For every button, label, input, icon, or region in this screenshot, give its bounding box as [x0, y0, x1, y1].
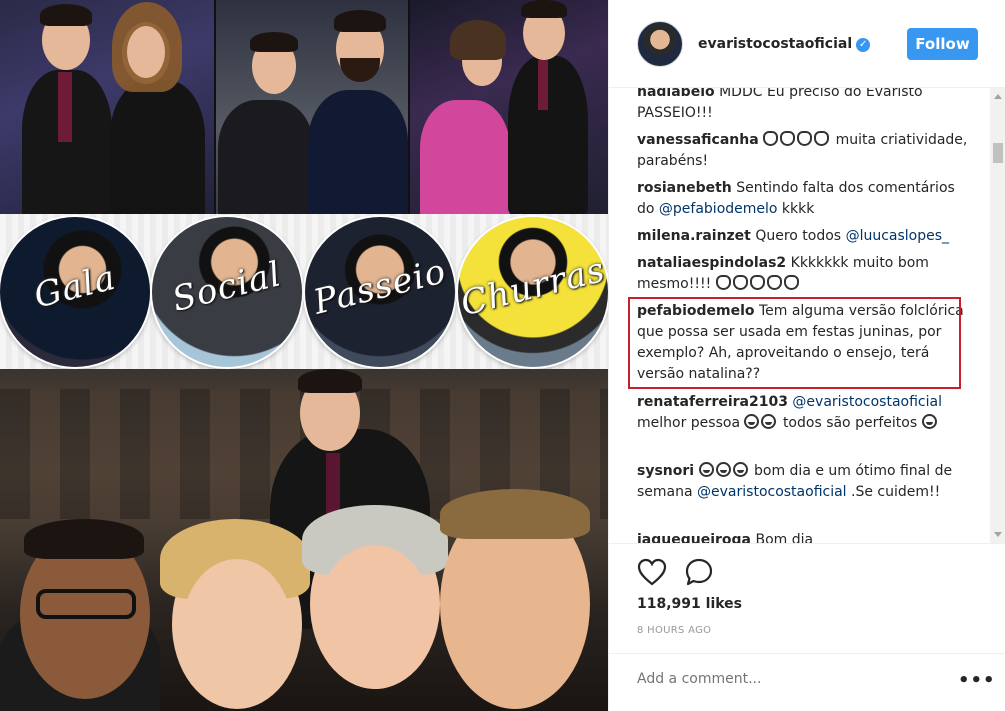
author-username[interactable]: evaristocostaoficial — [698, 36, 852, 52]
scroll-up-arrow-icon[interactable] — [994, 94, 1002, 99]
comment-item: jaquequeiroga Bom dia — [637, 530, 972, 543]
post-timestamp[interactable]: 8 HOURS AGO — [637, 625, 711, 636]
comment-item: nataliaespindolas2 Kkkkkkk muito bom mes… — [637, 253, 972, 295]
post-sidebar: evaristocostaoficial ✓ Follow nadiabelo M… — [608, 0, 1005, 711]
comment-username[interactable]: nadiabelo — [637, 88, 715, 100]
comment-item: nadiabelo MDDC Eu preciso do Evaristo PA… — [637, 88, 972, 124]
comment-text: todos são perfeitos — [782, 415, 918, 431]
comment-mention[interactable]: @pefabiodemelo — [659, 201, 778, 217]
add-comment-input[interactable] — [637, 671, 937, 687]
circle-label: Gala — [30, 257, 120, 317]
comment-text: Quero todos — [755, 228, 842, 244]
comment-username[interactable]: jaquequeiroga — [637, 532, 751, 543]
comment-item: renataferreira2103 @evaristocostaoficial… — [637, 392, 972, 434]
photo-row-top — [0, 0, 608, 214]
circle-churras: Churras — [458, 217, 608, 367]
comment-username[interactable]: milena.rainzet — [637, 228, 751, 244]
comment-list[interactable]: nadiabelo MDDC Eu preciso do Evaristo PA… — [609, 88, 989, 543]
comment-text: kkkk — [781, 201, 815, 217]
avatar[interactable] — [637, 21, 683, 67]
author-username-link[interactable]: evaristocostaoficial ✓ — [698, 36, 871, 52]
photo-tile-gala-couple — [0, 0, 214, 214]
scroll-down-arrow-icon[interactable] — [994, 532, 1002, 537]
heart-icon[interactable] — [637, 558, 667, 586]
comment-text: .Se cuidem!! — [851, 484, 941, 500]
photo-tile-two-men — [216, 0, 408, 214]
post-header: evaristocostaoficial ✓ Follow — [609, 0, 1005, 88]
circle-label: Passeio — [309, 251, 451, 323]
laughing-emoji-icon — [921, 414, 939, 431]
highlight-box — [628, 297, 961, 389]
circle-social: Social — [152, 217, 302, 367]
photo-selfie — [0, 369, 608, 711]
clap-emoji-icon — [763, 131, 831, 148]
comment-username[interactable]: renataferreira2103 — [637, 394, 788, 410]
comment-bubble-icon[interactable] — [684, 558, 714, 586]
scrollbar-thumb[interactable] — [993, 143, 1003, 163]
post-actions: 118,991 likes 8 HOURS AGO — [609, 543, 1005, 653]
more-options-icon[interactable]: ••• — [958, 670, 996, 691]
photo-row-circles: Gala Social Passeio Churras — [0, 214, 608, 369]
comment-item: rosianebeth Sentindo falta dos comentári… — [637, 178, 972, 220]
circle-label: Churras — [458, 249, 608, 325]
comment-mention[interactable]: @luucaslopes_ — [846, 228, 949, 244]
laughing-emoji-icon — [744, 414, 778, 431]
comment-mention[interactable]: @evaristocostaoficial — [792, 394, 942, 410]
comment-item: milena.rainzet Quero todos @luucaslopes_ — [637, 226, 972, 247]
comment-text: Kkkkkkk muito bom — [790, 255, 929, 271]
circle-label: Social — [168, 254, 286, 320]
comment-scrollbar[interactable] — [990, 88, 1005, 543]
comment-username[interactable]: vanessaficanha — [637, 132, 759, 148]
comment-username[interactable]: sysnori — [637, 463, 694, 479]
circle-passeio: Passeio — [305, 217, 455, 367]
comment-username[interactable]: rosianebeth — [637, 180, 732, 196]
comment-text: mesmo!!!! — [637, 276, 712, 292]
comment-username[interactable]: nataliaespindolas2 — [637, 255, 786, 271]
comment-text: melhor pessoa — [637, 415, 741, 431]
comment-mention[interactable]: @evaristocostaoficial — [697, 484, 847, 500]
photo-tile-party — [410, 0, 608, 214]
clap-emoji-icon — [715, 275, 801, 292]
follow-button[interactable]: Follow — [907, 28, 978, 60]
circle-gala: Gala — [0, 217, 150, 367]
add-comment-bar: ••• — [609, 653, 1005, 711]
likes-count[interactable]: 118,991 likes — [637, 596, 742, 612]
comment-item: vanessaficanha muita criatividade, parab… — [637, 130, 972, 172]
cat-emoji-icon — [698, 462, 750, 479]
comment-text: Bom dia — [755, 532, 814, 543]
verified-badge-icon: ✓ — [856, 38, 871, 52]
comment-item: sysnori bom dia e um ótimo final de sema… — [637, 461, 972, 503]
post-image: Gala Social Passeio Churras — [0, 0, 608, 711]
